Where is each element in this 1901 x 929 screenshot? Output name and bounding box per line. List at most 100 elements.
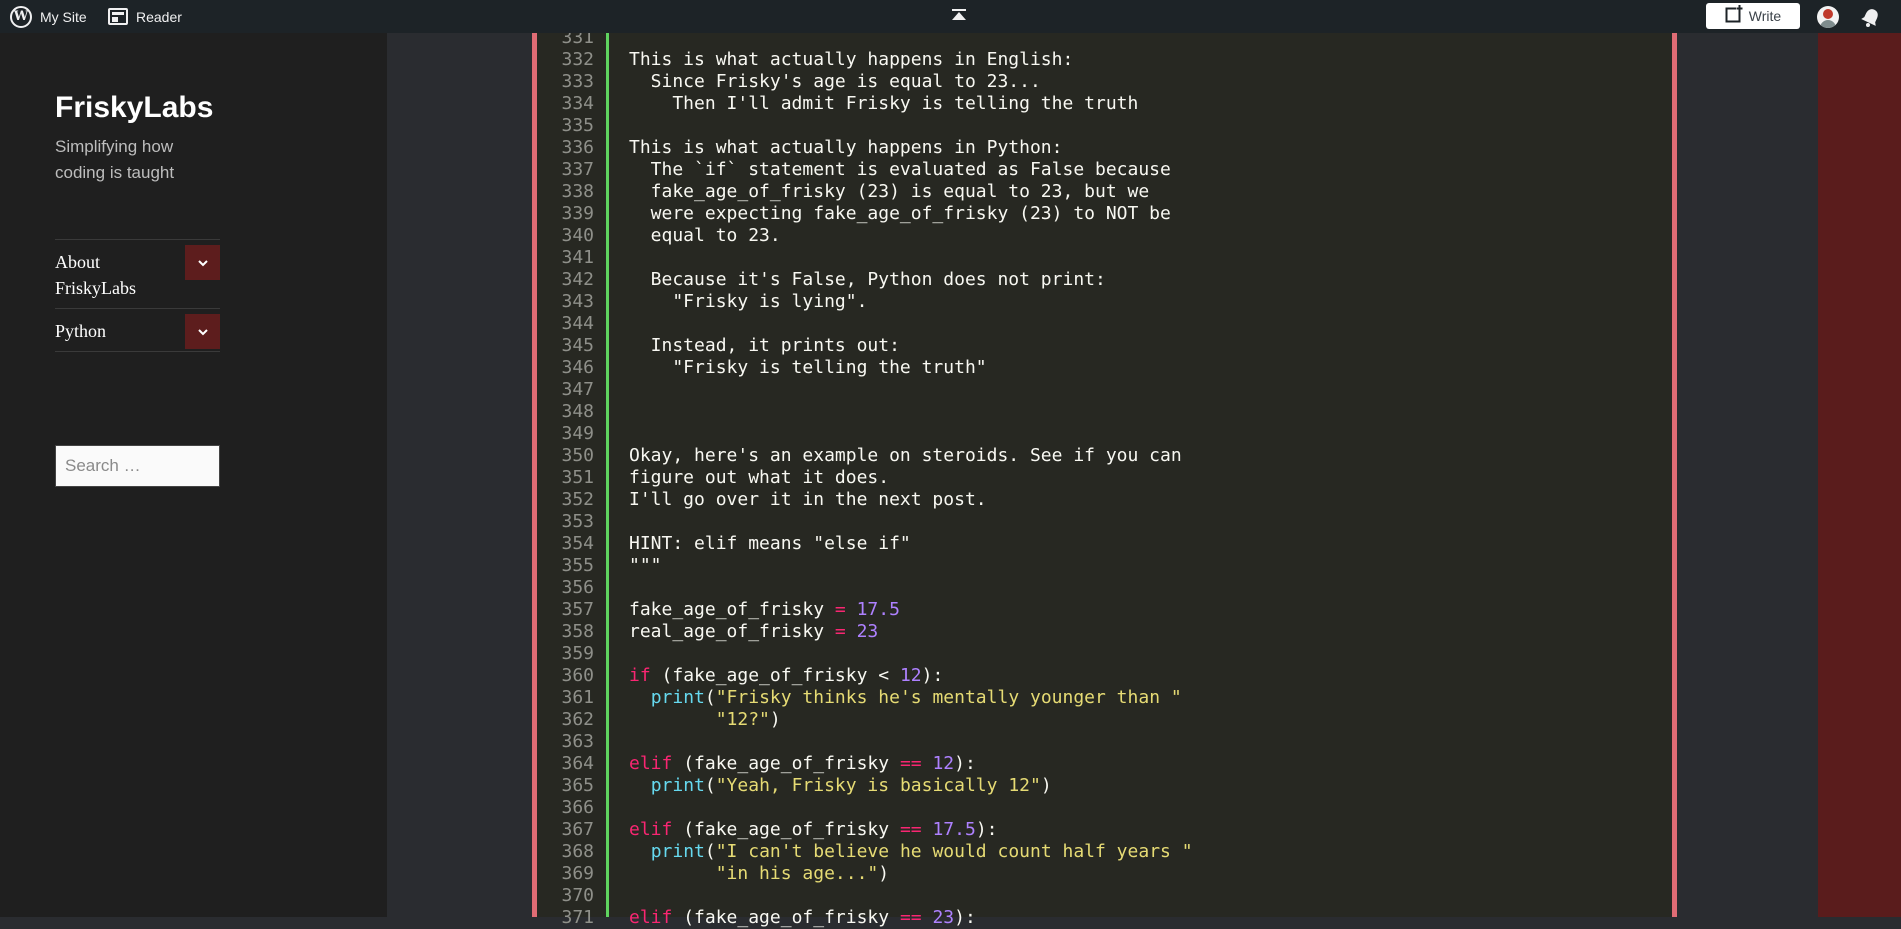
line-number: 351 [561, 467, 594, 488]
code-line: 355 """ [532, 555, 1677, 577]
line-number: 361 [561, 687, 594, 708]
code-line: 362 "12?") [532, 709, 1677, 731]
reader-label: Reader [136, 8, 182, 25]
code-token: 12 [932, 753, 955, 774]
avatar[interactable] [1817, 6, 1839, 28]
code-token: 17.5 [856, 599, 900, 620]
code-token: ( [704, 775, 716, 796]
line-number: 332 [561, 49, 594, 70]
my-site-label: My Site [40, 8, 87, 25]
nav-item-python[interactable]: Python [55, 308, 220, 352]
collapse-up-icon[interactable] [949, 6, 969, 26]
code-lines: 331 332 This is what actually happens in E… [532, 27, 1677, 929]
submenu-toggle-button[interactable] [185, 245, 220, 280]
code-line: 365 print("Yeah, Frisky is basically 12"… [532, 775, 1677, 797]
line-number: 346 [561, 357, 594, 378]
code-token: (fake_age_of_frisky [672, 907, 900, 928]
code-token: ) [878, 863, 890, 884]
code-token: == [899, 907, 922, 928]
code-text: if (fake_age_of_frisky < 12): [629, 665, 943, 687]
site-title[interactable]: FriskyLabs [55, 91, 213, 125]
admin-bar: W My Site Reader Write [0, 0, 1901, 33]
line-number: 335 [561, 115, 594, 136]
reader-link[interactable]: Reader [108, 0, 182, 33]
code-token: (fake_age_of_frisky < [650, 665, 900, 686]
code-line: 363 [532, 731, 1677, 753]
line-number: 333 [561, 71, 594, 92]
code-text: fake_age_of_frisky (23) is equal to 23, … [629, 181, 1150, 202]
code-line: 371 elif (fake_age_of_frisky == 23): [532, 907, 1677, 929]
line-number: 368 [561, 841, 594, 862]
code-text: print("Frisky thinks he's mentally young… [629, 687, 1182, 709]
line-number: 352 [561, 489, 594, 510]
line-number: 355 [561, 555, 594, 576]
code-line: 353 [532, 511, 1677, 533]
code-token: "12?" [715, 709, 770, 730]
code-line: 344 [532, 313, 1677, 335]
code-line: 340 equal to 23. [532, 225, 1677, 247]
code-line: 367 elif (fake_age_of_frisky == 17.5): [532, 819, 1677, 841]
code-text: Okay, here's an example on steroids. See… [629, 445, 1182, 466]
code-text: real_age_of_frisky = 23 [629, 621, 878, 643]
line-number: 370 [561, 885, 594, 906]
code-token: fake_age_of_frisky [629, 599, 835, 620]
code-line: 339 were expecting fake_age_of_frisky (2… [532, 203, 1677, 225]
code-text: "Frisky is lying". [629, 291, 868, 312]
code-line: 359 [532, 643, 1677, 665]
my-site-link[interactable]: W My Site [10, 0, 87, 33]
line-number: 360 [561, 665, 594, 686]
code-text: figure out what it does. [629, 467, 890, 488]
code-token: ) [769, 709, 781, 730]
code-token: == [899, 819, 922, 840]
nav-item-about[interactable]: About FriskyLabs [55, 239, 220, 308]
code-line: 358 real_age_of_frisky = 23 [532, 621, 1677, 643]
code-text: This is what actually happens in English… [629, 49, 1074, 70]
line-number: 369 [561, 863, 594, 884]
write-button[interactable]: Write [1706, 3, 1800, 29]
submenu-toggle-button[interactable] [185, 314, 220, 349]
code-line: 369 "in his age...") [532, 863, 1677, 885]
code-token: ): [954, 907, 976, 928]
code-token: elif [629, 753, 673, 774]
line-number: 362 [561, 709, 594, 730]
code-line: 343 "Frisky is lying". [532, 291, 1677, 313]
code-line: 350 Okay, here's an example on steroids. … [532, 445, 1677, 467]
code-text: "12?") [629, 709, 781, 731]
code-line: 354 HINT: elif means "else if" [532, 533, 1677, 555]
code-text: elif (fake_age_of_frisky == 12): [629, 753, 976, 775]
line-number: 336 [561, 137, 594, 158]
chevron-down-icon [197, 328, 208, 335]
code-line: 357 fake_age_of_frisky = 17.5 [532, 599, 1677, 621]
search-input[interactable] [55, 445, 220, 487]
code-token: = [834, 599, 846, 620]
notifications-bell-icon[interactable] [1860, 6, 1882, 28]
site-description: Simplifying how coding is taught [55, 137, 175, 182]
code-token: 23 [856, 621, 879, 642]
code-line: 361 print("Frisky thinks he's mentally y… [532, 687, 1677, 709]
sidebar: FriskyLabs Simplifying how coding is tau… [0, 33, 387, 917]
chevron-down-icon [197, 259, 208, 266]
code-line: 370 [532, 885, 1677, 907]
code-token: 23 [932, 907, 955, 928]
line-number: 359 [561, 643, 594, 664]
code-token: ): [954, 753, 976, 774]
code-text: print("I can't believe he would count ha… [629, 841, 1193, 863]
line-number: 353 [561, 511, 594, 532]
code-token: (fake_age_of_frisky [672, 819, 900, 840]
code-text: "Frisky is telling the truth" [629, 357, 987, 378]
code-text: Instead, it prints out: [629, 335, 900, 356]
code-token: print [650, 841, 705, 862]
code-text: elif (fake_age_of_frisky == 17.5): [629, 819, 998, 841]
code-line: 351 figure out what it does. [532, 467, 1677, 489]
write-label: Write [1748, 8, 1782, 24]
line-number: 343 [561, 291, 594, 312]
new-post-icon [1725, 4, 1743, 28]
code-token: real_age_of_frisky [629, 621, 835, 642]
code-token: elif [629, 819, 673, 840]
code-token: elif [629, 907, 673, 928]
